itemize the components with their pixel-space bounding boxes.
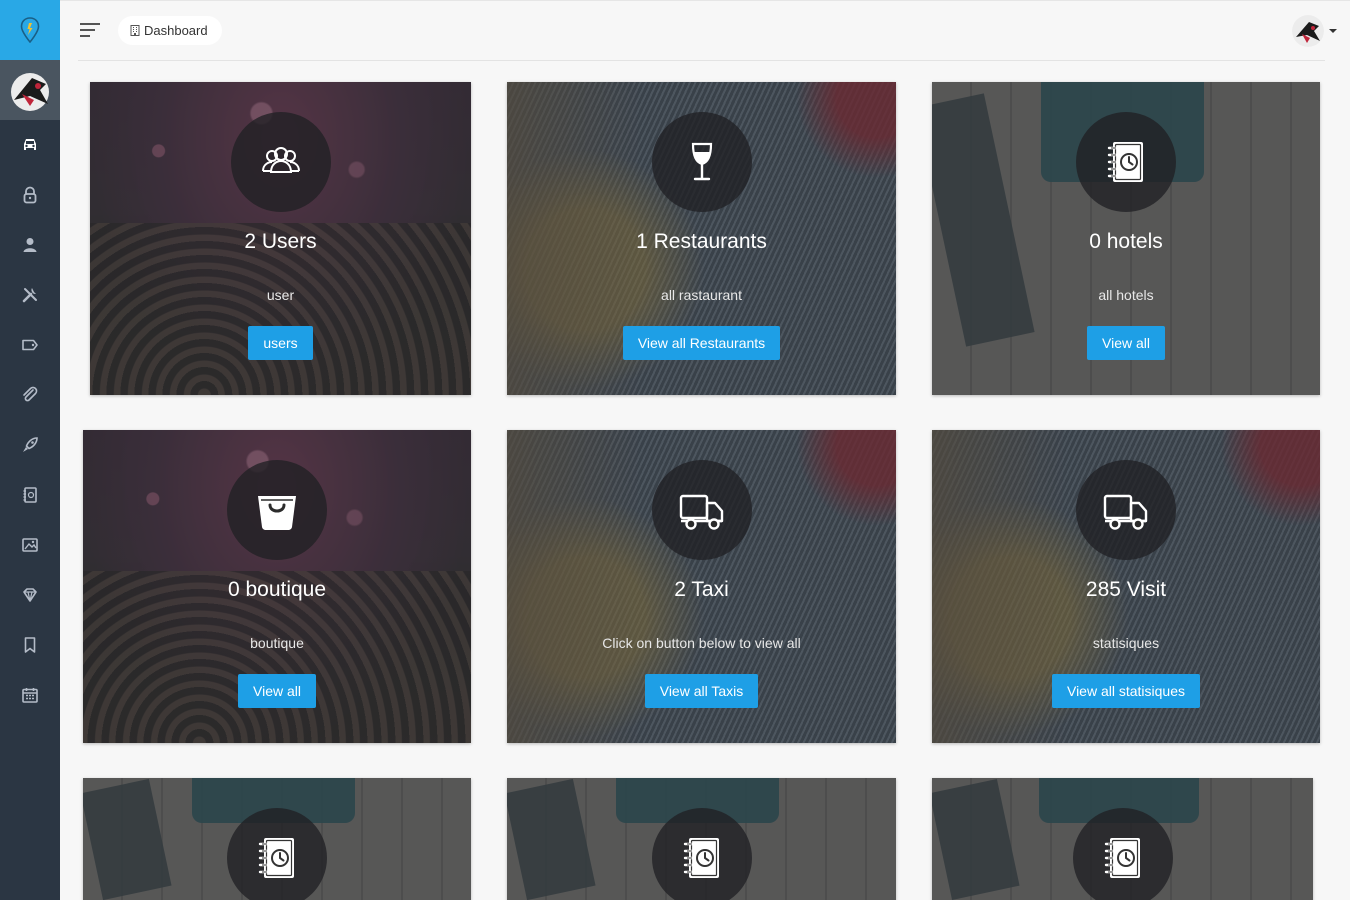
sidebar-item-bookmarks[interactable] — [0, 620, 60, 670]
card-icon-circle — [227, 808, 327, 900]
notebook-clock-icon — [1104, 838, 1140, 878]
visits-card-icon-circle — [1076, 460, 1176, 560]
users-icon — [261, 147, 300, 173]
breadcrumb-label: Dashboard — [144, 23, 208, 38]
boutique-card: 0 boutique boutique View all — [83, 430, 471, 743]
card-icon-circle — [1072, 808, 1173, 900]
boutique-subtitle: boutique — [250, 635, 304, 651]
view-all-restaurants-button[interactable]: View all Restaurants — [622, 326, 781, 360]
visits-card: 285 Visit statisiques View all statisiqu… — [932, 430, 1320, 743]
paperclip-icon — [23, 386, 38, 402]
sidebar-item-premium[interactable] — [0, 570, 60, 620]
users-subtitle: user — [266, 287, 295, 303]
menu-line — [80, 23, 100, 25]
card-row3-1 — [83, 778, 471, 900]
boutique-count: 0 boutique — [227, 578, 327, 601]
taxi-subtitle: Click on button below to view all — [602, 635, 801, 651]
tag-icon — [22, 339, 38, 351]
view-all-hotels-button[interactable]: View all — [1087, 326, 1165, 360]
view-all-boutique-button[interactable]: View all — [238, 674, 316, 708]
sidebar-item-tags[interactable] — [0, 320, 60, 370]
sidebar-item-cars[interactable] — [0, 120, 60, 170]
avatar-image — [0, 60, 60, 120]
notebook-clock-icon — [683, 838, 719, 878]
visits-count: 285 Visit — [1085, 578, 1167, 601]
avatar-image — [1292, 15, 1324, 47]
users-button[interactable]: users — [248, 326, 313, 360]
view-all-taxis-button[interactable]: View all Taxis — [644, 674, 759, 708]
hotels-card-icon-circle — [1076, 112, 1176, 212]
sidebar-item-notebook[interactable] — [0, 470, 60, 520]
users-card-icon-circle — [230, 112, 331, 212]
restaurants-count: 1 Restaurants — [636, 230, 767, 253]
shopping-basket-icon — [258, 496, 296, 530]
card-icon-circle — [651, 808, 752, 900]
taxi-card-icon-circle — [651, 460, 752, 560]
restaurants-subtitle: all rastaurant — [661, 287, 742, 303]
sidebar-item-gallery[interactable] — [0, 520, 60, 570]
truck-icon — [1103, 494, 1148, 530]
user-icon — [23, 238, 37, 252]
sidebar-item-security[interactable] — [0, 170, 60, 220]
users-count: 2 Users — [244, 230, 317, 253]
bookmark-icon — [24, 637, 36, 653]
user-avatar[interactable] — [1292, 15, 1324, 47]
hotels-subtitle: all hotels — [1098, 287, 1154, 303]
notebook-clock-icon — [258, 838, 294, 878]
building-icon — [130, 25, 140, 36]
tools-icon — [22, 288, 37, 303]
hotels-count: 0 hotels — [1089, 230, 1163, 253]
sidebar — [0, 0, 60, 900]
hotels-card: 0 hotels all hotels View all — [932, 82, 1320, 395]
taxi-count: 2 Taxi — [674, 578, 729, 601]
sidebar-avatar[interactable] — [0, 60, 60, 120]
header-divider — [78, 60, 1325, 61]
sidebar-item-attachments[interactable] — [0, 370, 60, 420]
notebook-clock-icon — [1107, 142, 1143, 182]
car-icon — [24, 139, 36, 150]
view-all-statisiques-button[interactable]: View all statisiques — [1051, 674, 1201, 708]
truck-icon — [679, 494, 723, 530]
visits-subtitle: statisiques — [1092, 635, 1160, 651]
user-menu-caret-icon[interactable] — [1329, 29, 1337, 33]
card-row3-3 — [932, 778, 1313, 900]
taxi-card: 2 Taxi Click on button below to view all… — [507, 430, 896, 743]
image-icon — [22, 538, 38, 552]
menu-line — [80, 29, 95, 31]
menu-line — [80, 35, 90, 37]
diamond-icon — [23, 588, 37, 602]
location-pin-logo-icon — [20, 17, 40, 43]
lock-icon — [23, 186, 37, 204]
breadcrumb[interactable]: Dashboard — [118, 16, 222, 45]
top-header — [60, 0, 1350, 61]
logo[interactable] — [0, 0, 60, 60]
sidebar-item-tools[interactable] — [0, 270, 60, 320]
card-row3-2 — [507, 778, 896, 900]
boutique-card-icon-circle — [227, 460, 327, 560]
wine-glass-icon — [691, 142, 712, 181]
notebook-icon — [23, 487, 37, 503]
menu-toggle-button[interactable] — [80, 22, 102, 38]
restaurants-card-icon-circle — [651, 112, 752, 212]
rocket-icon — [23, 437, 38, 452]
users-card: 2 Users user users — [90, 82, 471, 395]
sidebar-item-calendar[interactable] — [0, 670, 60, 720]
restaurants-card: 1 Restaurants all rastaurant View all Re… — [507, 82, 896, 395]
calendar-icon — [22, 688, 38, 703]
sidebar-item-launch[interactable] — [0, 420, 60, 470]
sidebar-item-users[interactable] — [0, 220, 60, 270]
